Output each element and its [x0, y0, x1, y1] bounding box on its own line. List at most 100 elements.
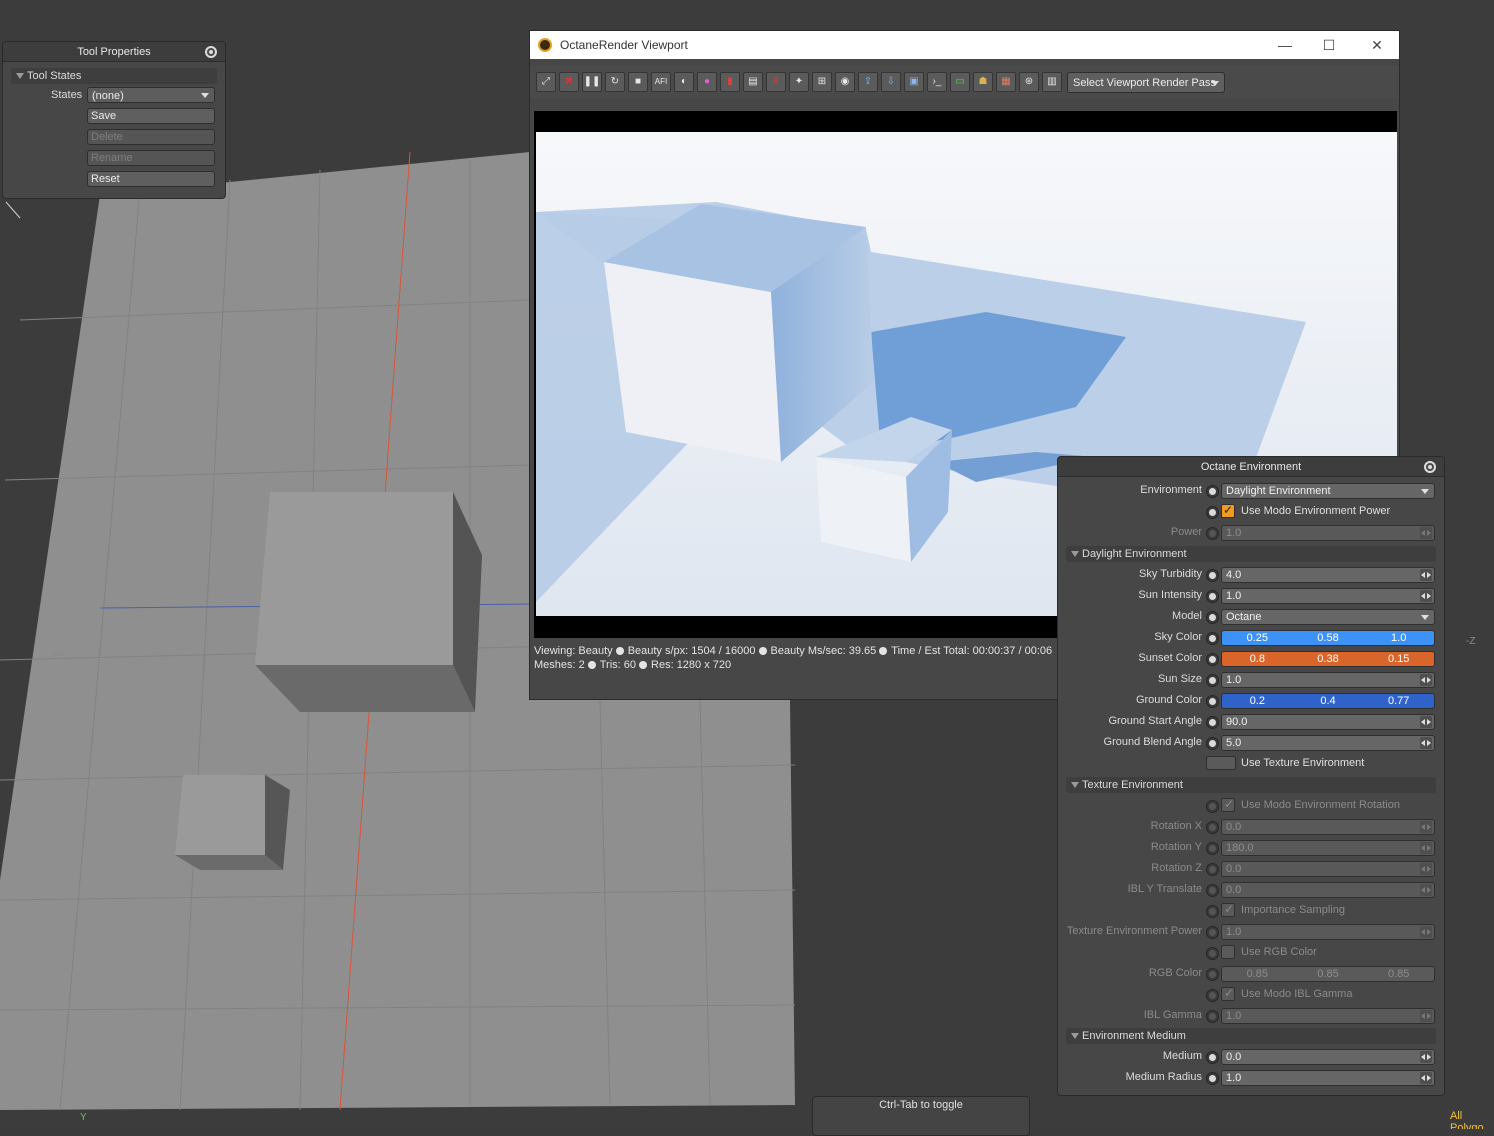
medium-field[interactable]: 0.0 [1221, 1049, 1435, 1065]
pause-icon[interactable]: ❚❚ [582, 72, 602, 92]
rotation-x-field[interactable]: 0.0 [1221, 819, 1435, 835]
spinner-icon[interactable] [1420, 926, 1432, 938]
selection-mode-label[interactable]: All Polygo [1450, 1110, 1494, 1129]
sunset-color-swatch[interactable]: 0.8 0.38 0.15 [1221, 651, 1435, 667]
pin-icon[interactable] [205, 46, 217, 58]
spinner-icon[interactable] [1420, 674, 1432, 686]
use-modo-env-power-checkbox[interactable] [1221, 503, 1235, 518]
link-dot-icon[interactable] [1206, 884, 1219, 897]
sky-color-swatch[interactable]: 0.25 0.58 1.0 [1221, 630, 1435, 646]
afi-icon[interactable]: AFI [651, 72, 671, 92]
link-dot-icon[interactable] [1206, 947, 1219, 960]
spinner-icon[interactable] [1420, 527, 1432, 539]
export-icon[interactable]: ⇪ [858, 72, 878, 92]
link-dot-icon[interactable] [1206, 989, 1219, 1002]
sun-size-field[interactable]: 1.0 [1221, 672, 1435, 688]
spinner-icon[interactable] [1420, 590, 1432, 602]
environment-dropdown[interactable]: Daylight Environment [1221, 483, 1435, 499]
minimize-icon[interactable]: — [1263, 31, 1307, 59]
rgb-color-swatch[interactable]: 0.85 0.85 0.85 [1221, 966, 1435, 982]
link-dot-icon[interactable] [1206, 800, 1219, 813]
console-icon[interactable]: ›_ [927, 72, 947, 92]
doc-icon[interactable]: ▥ [1042, 72, 1062, 92]
link-dot-icon[interactable] [1206, 611, 1219, 624]
stop-red-icon[interactable]: ✖ [559, 72, 579, 92]
checker-icon[interactable]: ▦ [996, 72, 1016, 92]
states-dropdown[interactable]: (none) [87, 87, 215, 103]
film-icon[interactable]: ⊛ [1019, 72, 1039, 92]
link-dot-icon[interactable] [1206, 968, 1219, 981]
clay-icon[interactable]: ◐ [674, 72, 694, 92]
spinner-icon[interactable] [1420, 569, 1432, 581]
ground-color-swatch[interactable]: 0.2 0.4 0.77 [1221, 693, 1435, 709]
link-dot-icon[interactable] [1206, 485, 1219, 498]
paint-icon[interactable]: ☗ [973, 72, 993, 92]
reset-button[interactable]: Reset [87, 171, 215, 187]
close-icon[interactable]: ✕ [1355, 31, 1399, 59]
spinner-icon[interactable] [1420, 863, 1432, 875]
importance-sampling-checkbox[interactable] [1221, 902, 1235, 917]
spinner-icon[interactable] [1420, 884, 1432, 896]
link-dot-icon[interactable] [1206, 527, 1219, 540]
tex-env-power-field[interactable]: 1.0 [1221, 924, 1435, 940]
pin-icon[interactable] [1424, 461, 1436, 473]
link-dot-icon[interactable] [1206, 1051, 1219, 1064]
rename-button[interactable]: Rename [87, 150, 215, 166]
spinner-icon[interactable] [1420, 737, 1432, 749]
ground-start-angle-field[interactable]: 90.0 [1221, 714, 1435, 730]
link-dot-icon[interactable] [1206, 590, 1219, 603]
link-dot-icon[interactable] [1206, 1072, 1219, 1085]
ground-blend-angle-field[interactable]: 5.0 [1221, 735, 1435, 751]
monitor-icon[interactable]: ▭ [950, 72, 970, 92]
import-icon[interactable]: ⇩ [881, 72, 901, 92]
spinner-icon[interactable] [1420, 1051, 1432, 1063]
stop-icon[interactable]: ■ [628, 72, 648, 92]
link-dot-icon[interactable] [1206, 632, 1219, 645]
link-dot-icon[interactable] [1206, 1010, 1219, 1023]
link-dot-icon[interactable] [1206, 737, 1219, 750]
picker-icon[interactable]: ⊞ [812, 72, 832, 92]
link-dot-icon[interactable] [1206, 674, 1219, 687]
ctrl-tab-toggle-bar[interactable]: Ctrl-Tab to toggle [812, 1096, 1030, 1136]
sky-turbidity-field[interactable]: 4.0 [1221, 567, 1435, 583]
use-texture-env-checkbox[interactable] [1206, 756, 1236, 770]
link-dot-icon[interactable] [1206, 926, 1219, 939]
spinner-icon[interactable] [1420, 1072, 1432, 1084]
link-dot-icon[interactable] [1206, 716, 1219, 729]
environment-medium-section[interactable]: Environment Medium [1066, 1028, 1436, 1044]
link-dot-icon[interactable] [1206, 863, 1219, 876]
link-dot-icon[interactable] [1206, 905, 1219, 918]
ibl-y-translate-field[interactable]: 0.0 [1221, 882, 1435, 898]
link-dot-icon[interactable] [1206, 569, 1219, 582]
rotation-z-field[interactable]: 0.0 [1221, 861, 1435, 877]
no-icon[interactable]: ✗ [766, 72, 786, 92]
tool-states-section[interactable]: Tool States [11, 68, 217, 84]
save-button[interactable]: Save [87, 108, 215, 124]
delete-button[interactable]: Delete [87, 129, 215, 145]
link-dot-icon[interactable] [1206, 842, 1219, 855]
use-modo-ibl-gamma-checkbox[interactable] [1221, 986, 1235, 1001]
link-dot-icon[interactable] [1206, 695, 1219, 708]
color-icon[interactable]: ● [697, 72, 717, 92]
sun-intensity-field[interactable]: 1.0 [1221, 588, 1435, 604]
fit-icon[interactable]: ⤢ [536, 72, 556, 92]
link-dot-icon[interactable] [1206, 821, 1219, 834]
window-titlebar[interactable]: OctaneRender Viewport — ☐ ✕ [530, 31, 1399, 59]
link-dot-icon[interactable] [1206, 653, 1219, 666]
model-dropdown[interactable]: Octane [1221, 609, 1435, 625]
daylight-environment-section[interactable]: Daylight Environment [1066, 546, 1436, 562]
use-rgb-color-checkbox[interactable] [1221, 945, 1235, 959]
power-field[interactable]: 1.0 [1221, 525, 1435, 541]
focus-icon[interactable]: ✦ [789, 72, 809, 92]
spinner-icon[interactable] [1420, 821, 1432, 833]
texture-environment-section[interactable]: Texture Environment [1066, 777, 1436, 793]
medium-radius-field[interactable]: 1.0 [1221, 1070, 1435, 1086]
cube-icon[interactable]: ▣ [904, 72, 924, 92]
link-dot-icon[interactable] [1206, 506, 1219, 519]
pick-icon[interactable]: ▮ [720, 72, 740, 92]
render-pass-dropdown[interactable]: Select Viewport Render Pass [1067, 72, 1225, 93]
region-icon[interactable]: ▤ [743, 72, 763, 92]
spinner-icon[interactable] [1420, 1010, 1432, 1022]
use-modo-env-rotation-checkbox[interactable] [1221, 797, 1235, 812]
rotation-y-field[interactable]: 180.0 [1221, 840, 1435, 856]
